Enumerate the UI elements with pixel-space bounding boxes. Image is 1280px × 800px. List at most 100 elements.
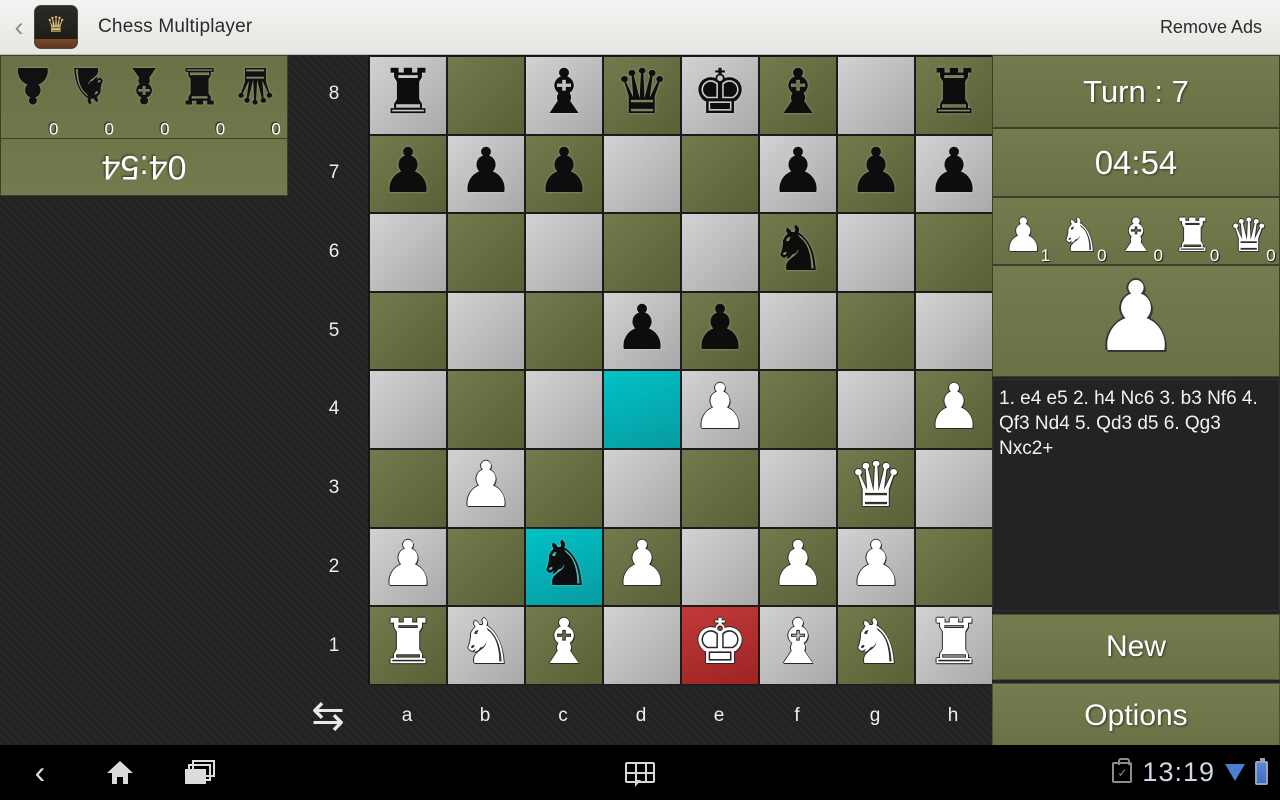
board-square-f8[interactable]: ♝ <box>759 56 837 135</box>
board-square-a2[interactable]: ♟ <box>369 527 447 607</box>
chess-piece[interactable]: ♚ <box>692 62 748 124</box>
chess-piece[interactable]: ♟ <box>380 140 436 203</box>
chess-piece[interactable]: ♟ <box>614 298 670 360</box>
chess-piece[interactable]: ♜ <box>926 62 982 124</box>
chess-piece[interactable]: ♟ <box>458 455 514 517</box>
board-square-c4[interactable] <box>525 370 603 449</box>
board-square-d6[interactable] <box>603 213 681 292</box>
board-square-a7[interactable]: ♟ <box>369 134 447 214</box>
chess-piece[interactable]: ♜ <box>380 62 436 124</box>
chess-piece[interactable]: ♚ <box>692 612 748 674</box>
back-icon[interactable]: ‹ <box>0 745 80 800</box>
board-square-e4[interactable]: ♟ <box>681 370 759 449</box>
chess-piece[interactable]: ♝ <box>536 62 592 124</box>
new-game-button[interactable]: New <box>992 614 1280 680</box>
chess-piece[interactable]: ♟ <box>380 533 436 596</box>
board-square-b1[interactable]: ♞ <box>447 606 525 685</box>
board-square-e6[interactable] <box>681 213 759 292</box>
board-square-d7[interactable] <box>603 134 681 214</box>
board-square-b3[interactable]: ♟ <box>447 448 525 528</box>
board-square-a5[interactable] <box>369 291 447 371</box>
chess-piece[interactable]: ♟ <box>926 140 982 203</box>
board-square-h3[interactable] <box>915 448 993 528</box>
board-square-d1[interactable] <box>603 606 681 685</box>
board-square-b8[interactable] <box>447 56 525 135</box>
chess-board[interactable]: ♜ ♝ ♛ ♚ ♝ ♜ ♟ ♟ ♟ ♟ ♟ ♟ ♞ ♟ ♟ ♟ ♟ ♟ ♛ ♟ ♞ ♟ ♟ ♟ ♜ ♞ ♝ ♚ ♝ ♞ ♜ <box>368 55 993 685</box>
options-button[interactable]: Options <box>992 683 1280 749</box>
board-square-f6[interactable]: ♞ <box>759 213 837 292</box>
board-square-c3[interactable] <box>525 448 603 528</box>
chess-piece[interactable]: ♛ <box>848 455 904 517</box>
board-square-e7[interactable] <box>681 134 759 214</box>
board-square-h6[interactable] <box>915 213 993 292</box>
recent-apps-icon[interactable] <box>160 745 240 800</box>
board-square-e3[interactable] <box>681 448 759 528</box>
chess-piece[interactable]: ♛ <box>614 62 670 124</box>
board-square-c2[interactable]: ♞ <box>525 527 603 607</box>
board-square-f2[interactable]: ♟ <box>759 527 837 607</box>
chess-piece[interactable]: ♞ <box>770 219 826 281</box>
board-square-f7[interactable]: ♟ <box>759 134 837 214</box>
board-square-b7[interactable]: ♟ <box>447 134 525 214</box>
chess-piece[interactable]: ♞ <box>536 533 592 596</box>
board-square-h1[interactable]: ♜ <box>915 606 993 685</box>
chess-piece[interactable]: ♟ <box>614 533 670 596</box>
chess-piece[interactable]: ♟ <box>848 533 904 596</box>
keyboard-switcher-icon[interactable] <box>614 753 666 791</box>
chess-piece[interactable]: ♜ <box>926 612 982 674</box>
board-square-f4[interactable] <box>759 370 837 449</box>
board-square-h2[interactable] <box>915 527 993 607</box>
move-list[interactable]: 1. e4 e5 2. h4 Nc6 3. b3 Nf6 4. Qf3 Nd4 … <box>992 379 1280 611</box>
chess-crown-icon[interactable]: ♛ <box>34 5 78 49</box>
board-square-f3[interactable] <box>759 448 837 528</box>
board-square-g4[interactable] <box>837 370 915 449</box>
chess-piece[interactable]: ♝ <box>536 612 592 674</box>
chess-piece[interactable]: ♟ <box>770 533 826 596</box>
board-square-g6[interactable] <box>837 213 915 292</box>
board-square-g7[interactable]: ♟ <box>837 134 915 214</box>
board-square-c1[interactable]: ♝ <box>525 606 603 685</box>
board-square-a4[interactable] <box>369 370 447 449</box>
board-square-b6[interactable] <box>447 213 525 292</box>
chess-piece[interactable]: ♝ <box>770 612 826 674</box>
board-square-d8[interactable]: ♛ <box>603 56 681 135</box>
board-square-g8[interactable] <box>837 56 915 135</box>
board-square-a1[interactable]: ♜ <box>369 606 447 685</box>
flip-board-icon[interactable]: ⇆ <box>298 688 358 744</box>
chess-piece[interactable]: ♟ <box>692 376 748 439</box>
chess-piece[interactable]: ♝ <box>770 62 826 124</box>
board-square-h5[interactable] <box>915 291 993 371</box>
chess-piece[interactable]: ♜ <box>380 612 436 674</box>
board-square-d4[interactable] <box>603 370 681 449</box>
board-square-c5[interactable] <box>525 291 603 371</box>
board-square-c8[interactable]: ♝ <box>525 56 603 135</box>
chess-piece[interactable]: ♟ <box>848 140 904 203</box>
board-square-g5[interactable] <box>837 291 915 371</box>
board-square-c7[interactable]: ♟ <box>525 134 603 214</box>
board-square-d2[interactable]: ♟ <box>603 527 681 607</box>
board-square-b2[interactable] <box>447 527 525 607</box>
board-square-h4[interactable]: ♟ <box>915 370 993 449</box>
board-square-b5[interactable] <box>447 291 525 371</box>
chevron-left-icon[interactable]: ‹ <box>4 13 34 41</box>
board-square-d3[interactable] <box>603 448 681 528</box>
board-square-g2[interactable]: ♟ <box>837 527 915 607</box>
board-square-a8[interactable]: ♜ <box>369 56 447 135</box>
remove-ads-button[interactable]: Remove Ads <box>1160 17 1262 38</box>
board-square-a6[interactable] <box>369 213 447 292</box>
chess-piece[interactable]: ♞ <box>848 612 904 674</box>
board-square-g3[interactable]: ♛ <box>837 448 915 528</box>
board-square-e2[interactable] <box>681 527 759 607</box>
chess-piece[interactable]: ♟ <box>458 140 514 203</box>
board-square-f5[interactable] <box>759 291 837 371</box>
board-square-h7[interactable]: ♟ <box>915 134 993 214</box>
chess-piece[interactable]: ♞ <box>458 612 514 674</box>
board-square-b4[interactable] <box>447 370 525 449</box>
board-square-h8[interactable]: ♜ <box>915 56 993 135</box>
home-icon[interactable] <box>80 745 160 800</box>
board-square-f1[interactable]: ♝ <box>759 606 837 685</box>
board-square-e8[interactable]: ♚ <box>681 56 759 135</box>
chess-piece[interactable]: ♟ <box>926 376 982 439</box>
chess-piece[interactable]: ♟ <box>770 140 826 203</box>
board-square-d5[interactable]: ♟ <box>603 291 681 371</box>
